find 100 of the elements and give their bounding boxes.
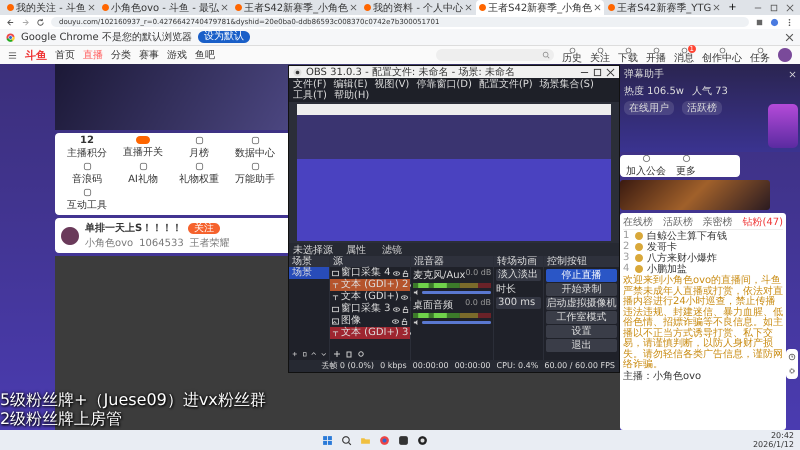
menu-item[interactable]: 视图(V) — [374, 79, 410, 90]
tool-icon[interactable] — [642, 154, 650, 163]
profile-icon[interactable] — [770, 18, 779, 26]
eye-icon[interactable] — [400, 294, 408, 300]
nav-link[interactable]: 鱼吧 — [195, 48, 215, 62]
circle-icon[interactable] — [624, 46, 632, 54]
close-icon[interactable] — [713, 4, 720, 11]
ranking-tab[interactable]: 活跃榜 — [662, 215, 693, 229]
panel-tab[interactable]: 活跃榜 — [682, 101, 722, 115]
control-button[interactable]: 退出 — [546, 339, 617, 352]
properties-button[interactable]: 属性 — [343, 242, 369, 256]
site-logo[interactable]: 斗鱼 — [25, 48, 47, 62]
close-icon[interactable] — [594, 4, 602, 11]
filters-button[interactable]: 滤镜 — [379, 242, 405, 256]
ranking-tab[interactable]: 钻粉(47) — [742, 215, 783, 229]
circle-icon[interactable] — [718, 46, 726, 54]
menu-item[interactable]: 帮助(H) — [334, 90, 370, 101]
back-arrow-icon[interactable] — [6, 18, 15, 26]
reload-icon[interactable] — [36, 18, 45, 26]
browser-tab[interactable]: 我的关注 - 斗鱼 — [4, 0, 98, 15]
tool-icon[interactable] — [250, 162, 260, 171]
circle-icon[interactable] — [652, 46, 660, 54]
circle-icon[interactable] — [756, 46, 764, 54]
circle-icon[interactable] — [568, 46, 576, 54]
add-icon[interactable] — [292, 350, 298, 358]
toggle-icon[interactable] — [136, 136, 150, 144]
eye-icon[interactable] — [392, 318, 399, 324]
tool-label[interactable]: 直播开关 — [123, 145, 163, 159]
tool-label[interactable]: 音浪码 — [72, 172, 102, 186]
user-name[interactable]: 小鹏加盐 — [647, 262, 687, 276]
lock-icon[interactable] — [401, 318, 408, 324]
source-item[interactable]: 文本 (GDI+) 3 — [330, 327, 410, 339]
bell-icon[interactable] — [680, 46, 688, 54]
tool-label[interactable]: 数据中心 — [235, 146, 275, 160]
user-name[interactable]: 白鲸公主算下有钱 — [647, 228, 727, 242]
tool-label[interactable]: 更多 — [676, 164, 696, 178]
action-label[interactable]: 历史 — [562, 54, 582, 64]
menu-item[interactable]: 停靠窗口(D) — [416, 79, 472, 90]
browser-tab[interactable]: 我的资料 - 个人中心 — [361, 0, 476, 15]
app-icon[interactable] — [398, 434, 410, 446]
close-icon[interactable] — [88, 4, 95, 11]
action-label[interactable]: 下载 — [618, 54, 638, 64]
lock-icon[interactable] — [402, 270, 409, 276]
tool-label[interactable]: 礼物权重 — [179, 172, 219, 186]
trash-icon[interactable] — [345, 350, 353, 358]
category-link[interactable]: 王者荣耀 — [190, 236, 230, 250]
nav-link[interactable]: 分类 — [111, 48, 131, 62]
tool-label[interactable]: AI礼物 — [128, 172, 158, 186]
tool-label[interactable]: 月榜 — [189, 146, 209, 160]
action-label[interactable]: 任务 — [750, 54, 770, 64]
clock-date[interactable]: 2026/1/12 — [752, 440, 794, 449]
tool-icon[interactable] — [82, 188, 92, 197]
control-button[interactable]: 设置 — [546, 325, 617, 338]
ranking-tab[interactable]: 亲密榜 — [702, 215, 733, 229]
action-label[interactable]: 创作中心 — [702, 54, 742, 64]
set-default-button[interactable]: 设为默认 — [198, 31, 250, 43]
menu-item[interactable]: 文件(F) — [293, 79, 327, 90]
browser-tab[interactable]: 王者S42新赛季_小角色 — [476, 0, 604, 15]
tool-icon[interactable] — [682, 154, 690, 163]
action-label[interactable]: 开播 — [646, 54, 666, 64]
ranking-tab[interactable]: 在线榜 — [623, 215, 653, 229]
eye-icon[interactable] — [392, 306, 400, 312]
action-label[interactable]: 消息 — [674, 54, 694, 64]
tool-label[interactable]: 加入公会 — [626, 164, 666, 178]
close-icon[interactable] — [465, 4, 472, 11]
source-item[interactable]: 窗口采集 4 — [330, 267, 410, 279]
source-item[interactable]: 窗口采集 3 — [330, 303, 410, 315]
tool-icon[interactable] — [194, 136, 204, 145]
windows-logo-icon[interactable] — [322, 434, 334, 446]
close-icon[interactable] — [221, 4, 228, 11]
clock-time[interactable]: 20:42 — [770, 431, 794, 440]
menu-item[interactable]: 场景集合(S) — [540, 79, 594, 90]
streamer-name[interactable]: 小角色ovo — [85, 236, 134, 250]
panel-tab[interactable]: 在线用户 — [624, 101, 674, 115]
search-field[interactable] — [436, 49, 554, 61]
new-tab-button[interactable]: + — [724, 0, 741, 15]
circle-icon[interactable] — [596, 46, 604, 54]
browser-tab[interactable]: 王者S42新赛季_YTG — [605, 0, 724, 15]
menu-item[interactable]: 编辑(E) — [334, 79, 368, 90]
tool-icon[interactable] — [250, 136, 260, 145]
menu-item[interactable]: 配置文件(P) — [478, 79, 533, 90]
source-item[interactable]: 文本 (GDI+) 2 — [330, 279, 410, 291]
game-ad-placeholder[interactable] — [620, 180, 770, 210]
menu-icon[interactable] — [8, 50, 17, 60]
tool-label[interactable]: 互动工具 — [67, 198, 107, 212]
close-icon[interactable] — [785, 32, 794, 42]
control-button[interactable]: 停止直播 — [546, 269, 617, 282]
clock-icon[interactable] — [788, 353, 796, 361]
maximize-icon[interactable] — [593, 68, 602, 76]
lock-icon[interactable] — [402, 306, 409, 312]
nav-link[interactable]: 游戏 — [167, 48, 187, 62]
close-icon[interactable] — [606, 68, 615, 76]
close-icon[interactable] — [350, 4, 358, 11]
add-icon[interactable] — [333, 350, 341, 358]
extension-icon[interactable] — [755, 18, 764, 26]
user-name[interactable]: 发哥卡 — [647, 240, 677, 254]
tool-icon[interactable] — [82, 162, 92, 171]
trash-icon[interactable] — [302, 350, 307, 358]
browser-tab[interactable]: 王者S42新赛季_小角色 — [232, 0, 360, 15]
control-button[interactable]: 开始录制 — [546, 283, 617, 296]
